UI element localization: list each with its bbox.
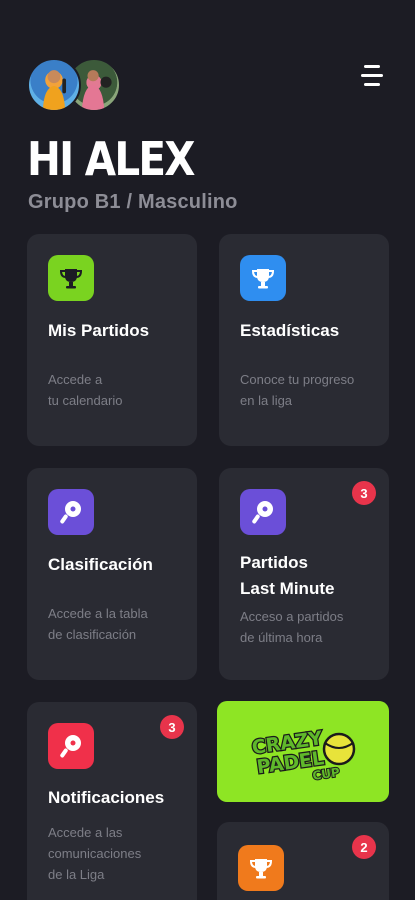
trophy-icon <box>238 845 284 891</box>
page-title: HI ALEX <box>27 132 195 186</box>
padel-racket-icon <box>48 723 94 769</box>
card-estadisticas[interactable]: Estadísticas Conoce tu progreso en la li… <box>219 234 389 446</box>
notification-badge: 3 <box>160 715 184 739</box>
card-clasificacion[interactable]: Clasificación Accede a la tabla de clasi… <box>27 468 197 680</box>
padel-racket-icon <box>48 489 94 535</box>
card-description: Conoce tu progreso en la liga <box>240 372 355 408</box>
crazy-padel-cup-banner[interactable]: CRAZY PADEL CUP <box>217 701 389 802</box>
card-title: Notificaciones <box>48 788 165 807</box>
group-label: Grupo B1 / Masculino <box>28 191 238 213</box>
card-description: Acceso a partidos de última hora <box>240 609 344 645</box>
card-title: Clasificación <box>48 555 153 574</box>
card-description: Accede a tu calendario <box>48 372 123 408</box>
card-title: Estadísticas <box>240 321 340 340</box>
svg-text:CUP: CUP <box>312 765 341 783</box>
trophy-icon <box>48 255 94 301</box>
padel-racket-icon <box>240 489 286 535</box>
card-description: Accede a la tabla de clasificación <box>48 606 148 642</box>
card-title: Mis Partidos <box>48 321 150 340</box>
avatar[interactable] <box>27 58 81 112</box>
crazy-padel-cup-logo: CRAZY PADEL CUP <box>249 726 356 784</box>
card-title: Partidos Last Minute <box>240 553 335 598</box>
card-last-minute[interactable]: 3 Partidos Last Minute Acceso a partidos… <box>219 468 389 680</box>
card-extra[interactable]: 2 <box>217 822 389 900</box>
notification-badge: 2 <box>352 835 376 859</box>
trophy-icon <box>240 255 286 301</box>
card-description: Accede a las comunicaciones de la Liga <box>48 825 142 882</box>
notification-badge: 3 <box>352 481 376 505</box>
card-mis-partidos[interactable]: Mis Partidos Accede a tu calendario <box>27 234 197 446</box>
card-notificaciones[interactable]: 3 Notificaciones Accede a las comunicaci… <box>27 702 197 900</box>
avatar-group[interactable] <box>27 58 127 114</box>
menu-icon[interactable] <box>359 62 385 90</box>
